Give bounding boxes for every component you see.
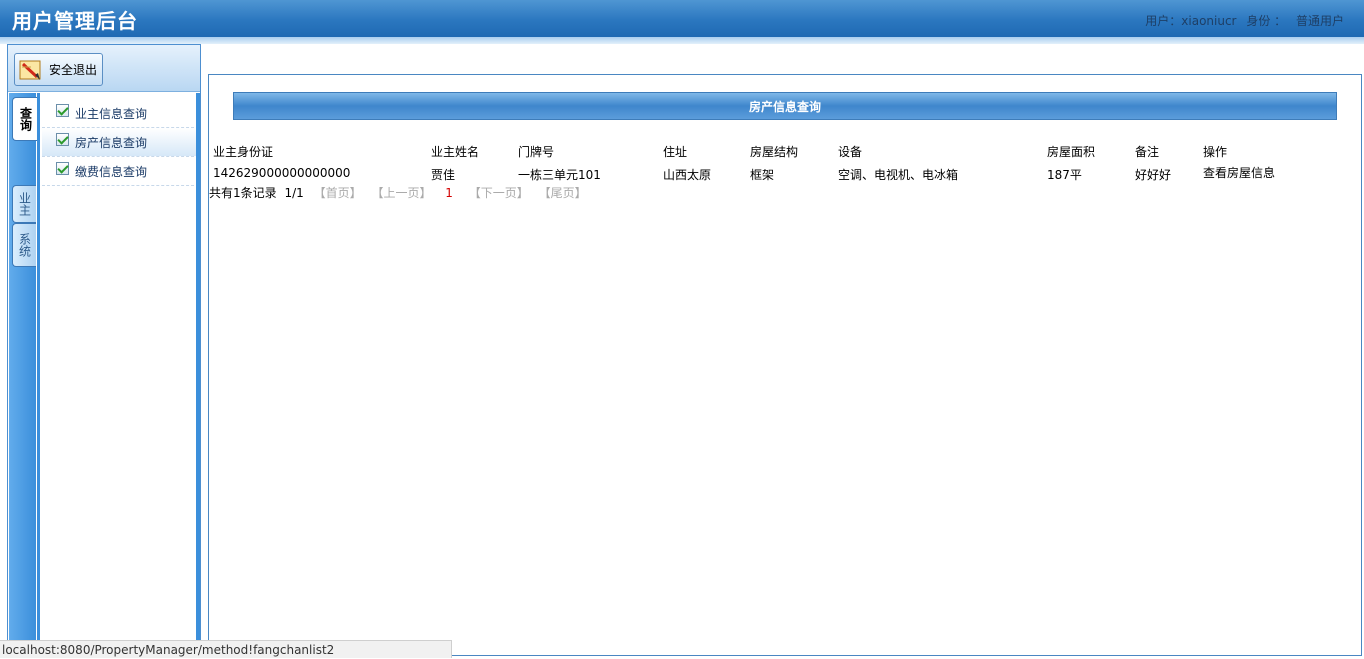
column-header: 门牌号	[518, 145, 555, 159]
owner-id-cell: 142629000000000000	[213, 166, 351, 180]
logout-button[interactable]: 安全退出	[14, 53, 103, 86]
tab-query[interactable]: 查询	[12, 97, 38, 141]
menu-item-label: 缴费信息查询	[75, 164, 148, 179]
pagination: 共有1条记录 1/1 【首页】 【上一页】 1 【下一页】 【尾页】	[209, 184, 587, 201]
tab-system-label: 系统	[17, 233, 32, 257]
column-header: 房屋结构	[750, 145, 799, 159]
sidebar-scrollbar[interactable]	[196, 93, 200, 649]
column-header: 房屋面积	[1047, 145, 1096, 159]
table-row: 142629000000000000 贾佳 一栋三单元101 山西太原 框架 空…	[209, 162, 1359, 185]
structure-cell: 框架	[750, 168, 775, 182]
left-sidebar: 安全退出 查询 业主 系统 业主信息查询 房产信息查询 缴费信息查询	[7, 44, 201, 649]
last-page-link[interactable]: 【尾页】	[539, 186, 587, 200]
section-title: 房产信息查询	[233, 92, 1337, 120]
tab-owner[interactable]: 业主	[12, 185, 36, 223]
owner-name-cell: 贾佳	[431, 168, 456, 182]
column-header: 住址	[663, 145, 688, 159]
column-header: 备注	[1135, 145, 1160, 159]
tab-owner-label: 业主	[17, 192, 32, 216]
property-table: 业主身份证 业主姓名 门牌号 住址 房屋结构 设备 房屋面积 备注 操作 142…	[209, 139, 1359, 185]
equipment-cell: 空调、电视机、电冰箱	[838, 168, 959, 182]
address-cell: 山西太原	[663, 168, 712, 182]
browser-status-bar: localhost:8080/PropertyManager/method!fa…	[0, 640, 452, 658]
logout-label: 安全退出	[49, 63, 98, 77]
area-cell: 187平	[1047, 168, 1082, 182]
column-header: 操作	[1203, 145, 1228, 159]
user-label: 用户：	[1145, 14, 1182, 28]
table-header-row: 业主身份证 业主姓名 门牌号 住址 房屋结构 设备 房屋面积 备注 操作	[209, 139, 1359, 162]
app-title: 用户管理后台	[12, 9, 138, 33]
menu-item-owner-info[interactable]: 业主信息查询	[42, 99, 199, 128]
checkbox-icon	[56, 161, 69, 175]
logout-pencil-icon	[19, 60, 41, 80]
role-label: 身份 ：	[1246, 14, 1287, 28]
current-page: 1	[445, 186, 453, 200]
header-strip	[0, 37, 1364, 44]
checkbox-icon	[56, 132, 69, 146]
user-info: 用户：xiaoniucr 身份 ： 普通用户	[1139, 12, 1344, 29]
role-value: 普通用户	[1295, 14, 1344, 28]
main-content: 房产信息查询 业主身份证 业主姓名 门牌号 住址 房屋结构 设备 房屋面积 备注…	[208, 74, 1362, 656]
tab-query-label: 查询	[18, 107, 33, 131]
menu-item-payment-info[interactable]: 缴费信息查询	[42, 157, 199, 186]
sidebar-toolbar: 安全退出	[8, 45, 200, 92]
view-house-info-link[interactable]: 查看房屋信息	[1203, 164, 1275, 181]
menu-item-label: 业主信息查询	[75, 106, 148, 121]
menu-item-label: 房产信息查询	[75, 135, 148, 150]
door-number-cell: 一栋三单元101	[518, 168, 601, 182]
first-page-link[interactable]: 【首页】	[314, 186, 362, 200]
vertical-tab-column: 查询 业主 系统	[9, 93, 38, 649]
menu-item-property-info[interactable]: 房产信息查询	[42, 128, 199, 157]
username: xiaoniucr	[1181, 14, 1237, 28]
page-indicator: 1/1	[284, 186, 304, 200]
remark-cell: 好好好	[1135, 168, 1172, 182]
column-header: 业主姓名	[431, 145, 480, 159]
column-header: 设备	[838, 145, 863, 159]
prev-page-link[interactable]: 【上一页】	[371, 186, 431, 200]
column-header: 业主身份证	[213, 145, 274, 159]
checkbox-icon	[56, 103, 69, 117]
next-page-link[interactable]: 【下一页】	[469, 186, 529, 200]
record-count: 共有1条记录	[209, 186, 277, 200]
tab-system[interactable]: 系统	[12, 223, 36, 267]
sidebar-menu: 业主信息查询 房产信息查询 缴费信息查询	[37, 93, 200, 649]
top-header: 用户管理后台 用户：xiaoniucr 身份 ： 普通用户	[0, 0, 1364, 37]
